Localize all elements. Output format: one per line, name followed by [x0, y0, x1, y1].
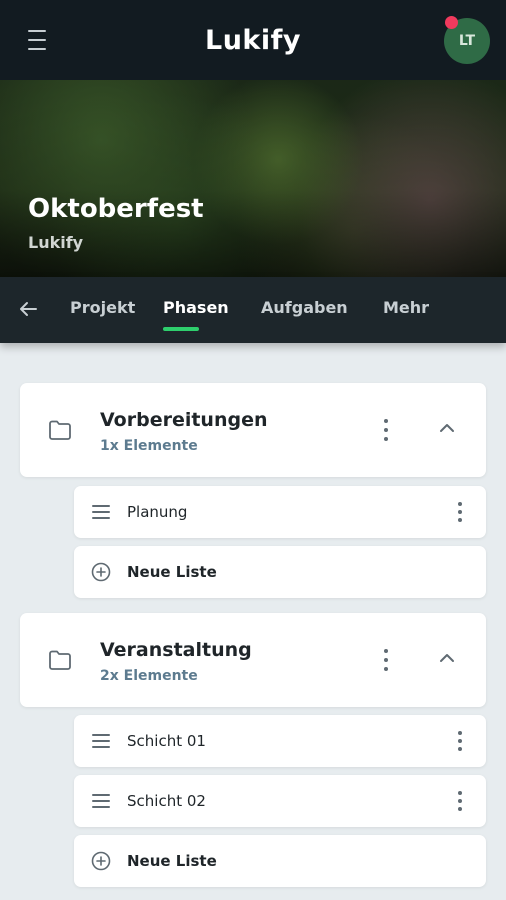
- list-item[interactable]: Schicht 02: [74, 775, 486, 827]
- list-label: Schicht 02: [127, 792, 206, 810]
- new-list-button[interactable]: Neue Liste: [74, 546, 486, 598]
- more-vert-icon[interactable]: [382, 649, 390, 671]
- phase-card-veranstaltung[interactable]: Veranstaltung 2x Elemente: [20, 613, 486, 707]
- list-icon: [92, 505, 110, 519]
- folder-icon: [49, 650, 71, 670]
- project-subtitle: Lukify: [28, 233, 84, 252]
- list-item[interactable]: Schicht 01: [74, 715, 486, 767]
- list-icon: [92, 734, 110, 748]
- list-icon: [92, 794, 110, 808]
- active-tab-indicator: [163, 327, 199, 331]
- new-list-button[interactable]: Neue Liste: [74, 835, 486, 887]
- add-circle-icon: [91, 562, 111, 582]
- tab-phasen[interactable]: Phasen: [163, 298, 229, 317]
- phase-element-count: 2x Elemente: [100, 668, 198, 684]
- phase-element-count: 1x Elemente: [100, 438, 198, 454]
- app-title: Lukify: [205, 24, 301, 56]
- back-arrow-icon[interactable]: [16, 297, 40, 321]
- more-vert-icon[interactable]: [456, 791, 464, 811]
- tab-mehr[interactable]: Mehr: [383, 298, 429, 317]
- project-title: Oktoberfest: [28, 194, 204, 224]
- chevron-up-icon[interactable]: [438, 421, 456, 435]
- add-circle-icon: [91, 851, 111, 871]
- project-hero-image: Oktoberfest Lukify: [0, 80, 506, 280]
- more-vert-icon[interactable]: [456, 502, 464, 522]
- chevron-up-icon[interactable]: [438, 651, 456, 665]
- new-list-label: Neue Liste: [127, 852, 217, 870]
- phase-title: Veranstaltung: [100, 639, 252, 661]
- app-bar: Lukify LT: [0, 0, 506, 80]
- folder-icon: [49, 420, 71, 440]
- list-label: Planung: [127, 503, 188, 521]
- tab-bar: Projekt Phasen Aufgaben Mehr: [0, 277, 506, 343]
- more-vert-icon[interactable]: [382, 419, 390, 441]
- phase-card-vorbereitungen[interactable]: Vorbereitungen 1x Elemente: [20, 383, 486, 477]
- phase-title: Vorbereitungen: [100, 409, 268, 431]
- notification-badge: [445, 16, 458, 29]
- menu-icon[interactable]: [28, 30, 52, 50]
- list-label: Schicht 01: [127, 732, 206, 750]
- list-item[interactable]: Planung: [74, 486, 486, 538]
- tab-projekt[interactable]: Projekt: [70, 298, 135, 317]
- new-list-label: Neue Liste: [127, 563, 217, 581]
- tab-aufgaben[interactable]: Aufgaben: [261, 298, 348, 317]
- more-vert-icon[interactable]: [456, 731, 464, 751]
